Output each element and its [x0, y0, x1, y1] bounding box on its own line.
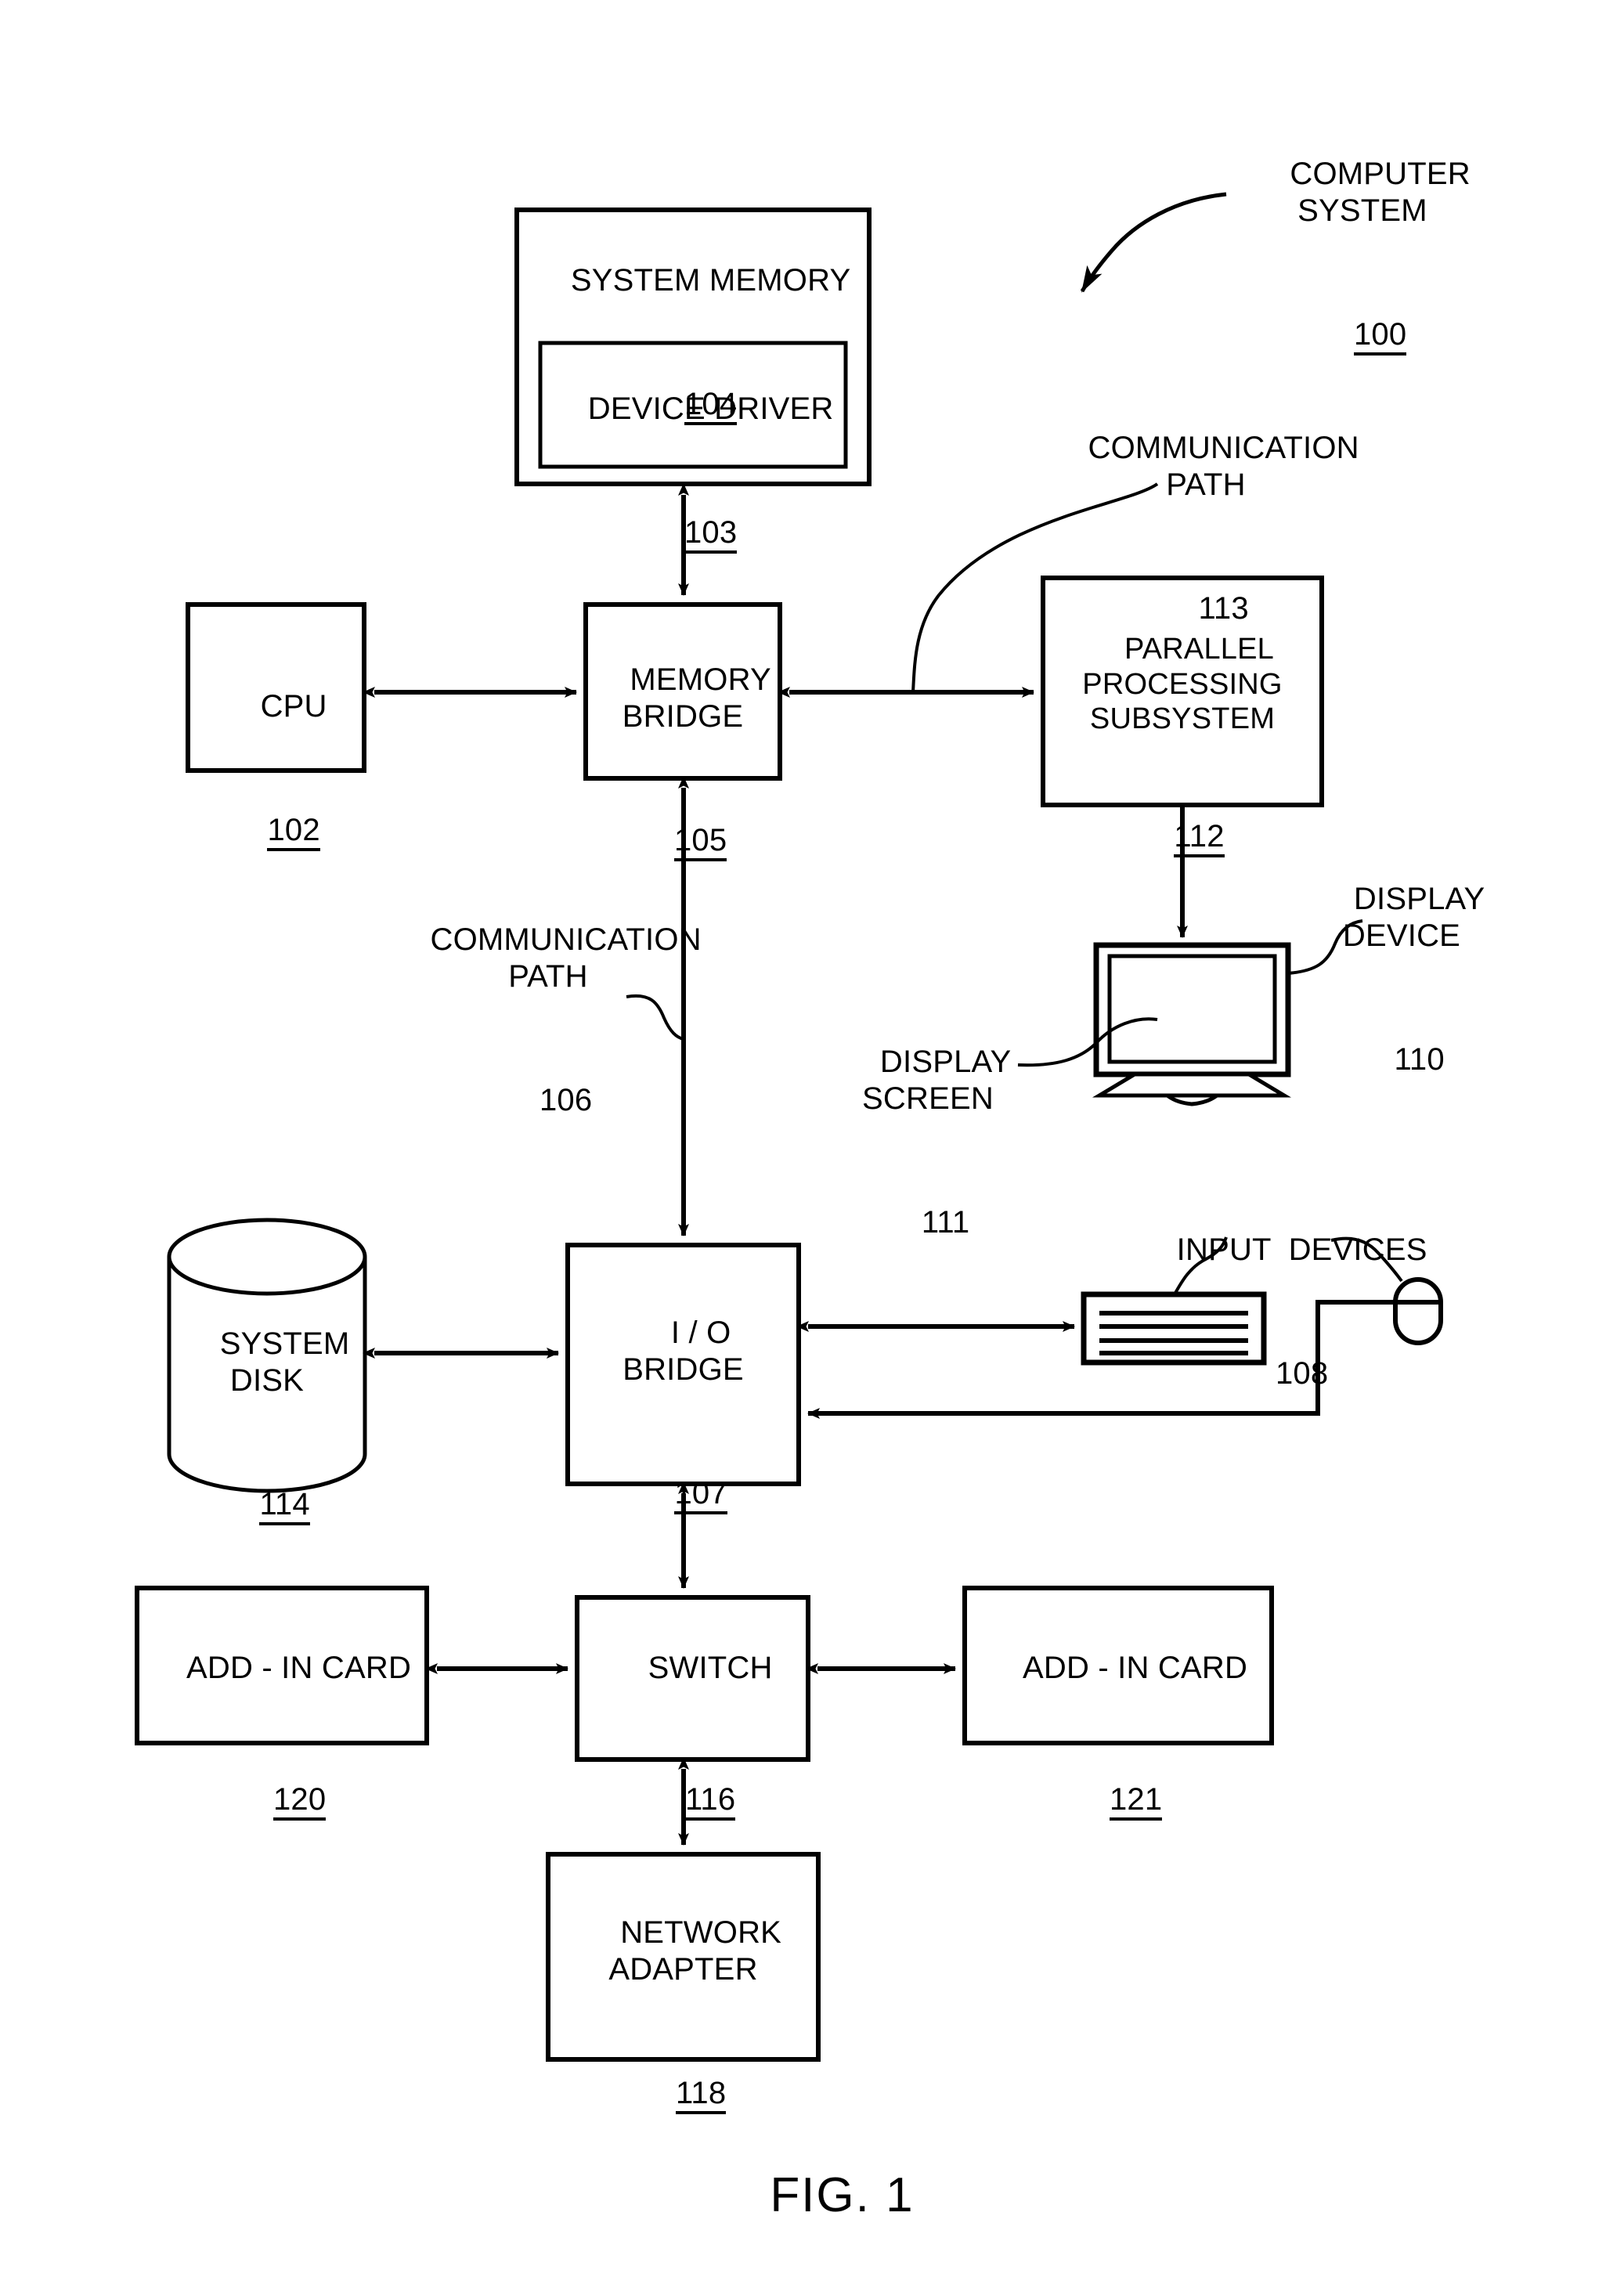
memory-bridge-title: MEMORY BRIDGE: [622, 662, 771, 734]
system-disk-title: SYSTEM DISK: [219, 1326, 350, 1399]
cpu-title: CPU: [260, 689, 327, 724]
add-in-card-left-title: ADD - IN CARD: [186, 1651, 412, 1686]
display-screen-111-text: DISPLAY SCREEN: [862, 1045, 1012, 1117]
io-bridge-label: I / O BRIDGE 107: [568, 1278, 799, 1551]
switch-ref: 116: [684, 1783, 736, 1821]
communication-path-106-ref: 106: [539, 1082, 593, 1117]
device-driver-label: DEVICE DRIVER 103: [540, 354, 846, 590]
communication-path-106-callout: COMMUNICATION PATH 106: [392, 885, 705, 1156]
io-bridge-title: I / O BRIDGE: [623, 1316, 744, 1388]
computer-system-callout-text: COMPUTER SYSTEM: [1290, 157, 1471, 229]
computer-system-ref: 100: [1353, 318, 1407, 356]
figure-caption: FIG. 1: [616, 2110, 1008, 2281]
input-devices-108-callout: INPUT DEVICES 108: [1128, 1195, 1441, 1429]
add-in-card-left-label: ADD - IN CARD 120: [137, 1613, 427, 1857]
add-in-card-right-title: ADD - IN CARD: [1022, 1651, 1248, 1686]
display-device-110-callout: DISPLAY DEVICE 110: [1284, 844, 1519, 1115]
system-disk-cylinder-top: [167, 1218, 367, 1296]
display-device-110-ref: 110: [1394, 1041, 1445, 1077]
leader-computer-system-100: [1080, 192, 1227, 293]
system-disk-label: SYSTEM DISK 114: [169, 1289, 365, 1562]
io-bridge-ref: 107: [674, 1477, 727, 1514]
add-in-card-left-ref: 120: [272, 1783, 327, 1821]
display-device-stand-base: [1092, 1072, 1292, 1098]
input-devices-108-text: INPUT DEVICES: [1176, 1233, 1427, 1268]
switch-title: SWITCH: [648, 1651, 773, 1686]
patent-figure: COMPUTER SYSTEM 100 SYSTEM MEMORY 104 DE…: [0, 0, 1624, 2222]
system-memory-title: SYSTEM MEMORY: [570, 263, 851, 298]
device-driver-ref: 103: [684, 516, 738, 554]
switch-label: SWITCH 116: [577, 1613, 808, 1857]
device-driver-title: DEVICE DRIVER: [587, 392, 834, 427]
add-in-card-right-label: ADD - IN CARD 121: [965, 1613, 1272, 1857]
figure-caption-text: FIG. 1: [770, 2168, 915, 2223]
display-screen-inner: [1107, 954, 1277, 1064]
display-screen-111-callout: DISPLAY SCREEN 111: [830, 1007, 1026, 1278]
communication-path-106-text: COMMUNICATION PATH: [430, 922, 702, 994]
input-devices-108-ref: 108: [1275, 1355, 1329, 1391]
communication-path-113-text: COMMUNICATION PATH: [1088, 431, 1359, 503]
memory-bridge-ref: 105: [673, 824, 727, 861]
communication-path-113-callout: COMMUNICATION PATH 113: [1041, 393, 1370, 664]
communication-path-113-ref: 113: [1198, 590, 1249, 626]
add-in-card-right-ref: 121: [1109, 1783, 1163, 1821]
computer-system-callout: COMPUTER SYSTEM 100: [1222, 119, 1503, 392]
cpu-label: CPU 102: [188, 651, 364, 888]
system-disk-ref: 114: [259, 1488, 310, 1525]
memory-bridge-label: MEMORY BRIDGE 105: [586, 625, 780, 898]
network-adapter-ref: 118: [675, 2077, 727, 2114]
parallel-processing-subsystem-ref: 112: [1174, 820, 1225, 857]
cpu-ref: 102: [267, 814, 320, 851]
display-device-110-text: DISPLAY DEVICE: [1342, 882, 1485, 954]
network-adapter-title: NETWORK ADAPTER: [608, 1915, 782, 1987]
display-screen-111-ref: 111: [921, 1204, 970, 1240]
